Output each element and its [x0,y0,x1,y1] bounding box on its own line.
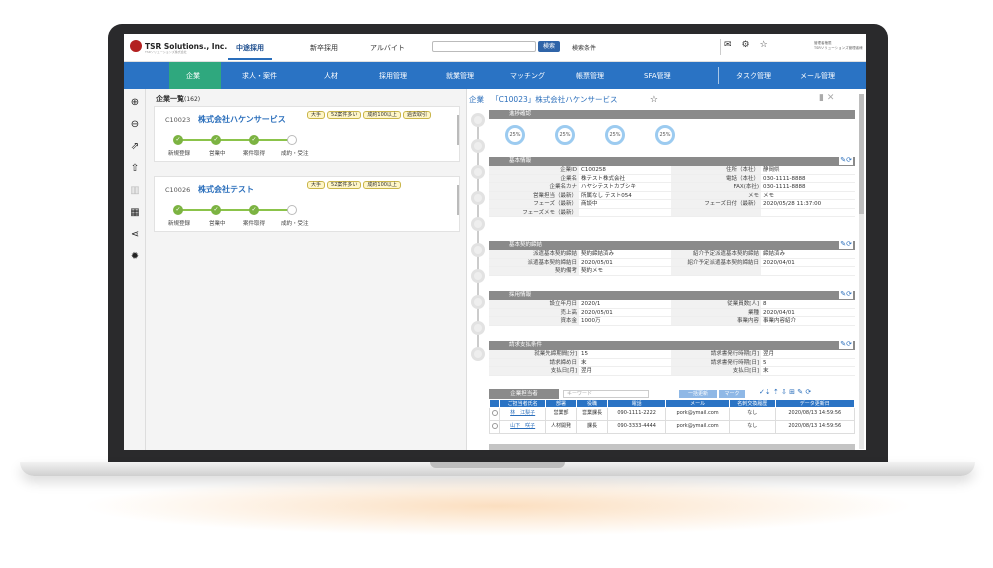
logo-mark-icon [130,40,142,52]
edit-icon[interactable]: ✎⟳ [839,240,853,249]
keyword-input[interactable]: キーワード [563,390,649,398]
search-button[interactable]: 検索 [538,41,560,52]
contacts-section: 企業担当者 キーワード 一括更新 マーク ✓⇣ ⇡ ⇩ ⊞ ✎ ⟳ ご担当者氏名… [488,388,856,434]
star-icon[interactable]: ☆ [760,40,768,50]
progress-ring: 25% [555,125,575,145]
check-icon: ✓ [211,205,221,215]
contact-name-link[interactable]: 山下 咲子 [510,423,535,430]
contacts-table: ご担当者氏名 部署 役職 電話 メール 名刺交換履歴 データ更新日 林 江梨子 営業部 営業… [488,399,856,434]
nav-jinzai[interactable]: 人材 [324,71,338,81]
tag: 52案件多い [327,111,362,119]
tab-arubaito[interactable]: アルバイト [370,43,405,53]
bookmark-icon[interactable]: ▮ [819,93,824,103]
contract-section: 基本契約締結 ✎⟳ 派遣基本契約締結 契約締結済み 紹介予定派遣基本契約締結 締結済み … [489,240,855,276]
trash-icon[interactable]: ▥ [129,185,141,197]
tool-rail: ⊕ ⊖ ⇗ ⇧ ▥ ▦ ⋖ ✹ [124,89,146,450]
nav-kyujin[interactable]: 求人・案件 [242,71,277,81]
company-list-panel: 企業一覧(162) C10023 株式会社ハケンサービス 大手 52案件多い 成… [146,89,487,450]
upload-icon[interactable]: ⇧ [129,163,141,175]
company-logo[interactable]: TSR Solutions., Inc. TSRソリューションズ株式会社 [130,40,227,54]
progress-ring: 25% [605,125,625,145]
tag: 大手 [307,181,326,189]
tab-chuto[interactable]: 中途採用 [228,43,272,60]
check-icon: ✓ [173,205,183,215]
company-card[interactable]: C10026 株式会社テスト 大手 52案件多い 成約100以上 ✓ ✓ ✓ 新… [154,176,460,232]
billing-section: 請求支払条件 ✎⟳ 就業先締期間[分] 15 請求書発行時期[月] 翌月 請求締め日末請… [489,340,855,376]
detail-title: 企業 「C10023」株式会社ハケンサービス ☆ [469,95,658,105]
user-info[interactable]: 管理者権限 TSRソリューションズ管理者様 [814,41,863,51]
tag: 成約100以上 [363,111,401,119]
list-title: 企業一覧(162) [156,95,201,103]
table-row[interactable]: 山下 咲子 人材開発 課長 090-3333-4444 pork@ymail.com… [488,420,856,434]
tab-shinsotsu[interactable]: 新卒採用 [310,43,338,53]
nav-matching[interactable]: マッチング [510,71,545,81]
mark-button[interactable]: マーク [719,390,745,398]
tag: 過去取引 [402,111,431,119]
nav-divider [718,67,719,84]
row-radio[interactable] [491,422,498,429]
check-icon: ✓ [249,205,259,215]
close-icon[interactable]: ✕ [827,93,835,103]
tag: 52案件多い [327,181,362,189]
row-radio[interactable] [491,409,498,416]
company-card[interactable]: C10023 株式会社ハケンサービス 大手 52案件多い 成約100以上 過去取… [154,106,460,162]
main-nav: 企業 求人・案件 人材 採用管理 就業管理 マッチング 帳票管理 SFA管理 タ… [124,62,866,89]
pending-step-icon [287,205,297,215]
check-icon: ✓ [249,135,259,145]
progress-ring: 25% [505,125,525,145]
detail-scrollbar[interactable] [859,94,864,449]
zoom-out-icon[interactable]: ⊖ [129,119,141,131]
favorite-star-icon[interactable]: ☆ [650,95,658,105]
nav-sfa[interactable]: SFA管理 [644,71,671,81]
check-icon: ✓ [211,135,221,145]
top-header: TSR Solutions., Inc. TSRソリューションズ株式会社 中途採… [124,34,866,62]
next-section-header [489,444,855,450]
bulk-update-button[interactable]: 一括更新 [679,390,717,398]
pending-step-icon [287,135,297,145]
nav-kigyo[interactable]: 企業 [186,71,200,81]
share-icon[interactable]: ⋖ [129,229,141,241]
tag: 大手 [307,111,326,119]
tag-list: 大手 52案件多い 成約100以上 [307,181,435,189]
nav-chohyo[interactable]: 帳票管理 [576,71,604,81]
add-icon[interactable]: ⊕ [129,97,141,109]
progress-section: 進捗確認 25% 25% 25% 25% [489,110,855,151]
edit-icon[interactable]: ✎⟳ [839,290,853,299]
nav-task[interactable]: タスク管理 [736,71,771,81]
search-input[interactable] [432,41,536,52]
tag: 成約100以上 [363,181,401,189]
export-icon[interactable]: ⇗ [129,141,141,153]
hiring-section: 採用情報 ✎⟳ 設立年月日 2020/1 従業員数[人] 8 売上高 2020/05/01… [489,290,855,326]
table-row[interactable]: 林 江梨子 営業部 営業課長 090-1111-2222 pork@ymail.co… [488,407,856,421]
laptop-notch [430,462,565,468]
settings-icon[interactable]: ⚙ [742,40,750,50]
tag-list: 大手 52案件多い 成約100以上 過去取引 [307,111,435,119]
contact-name-link[interactable]: 林 江梨子 [510,410,535,417]
table-tools-icon[interactable]: ✓⇣ ⇡ ⇩ ⊞ ✎ ⟳ [759,388,811,396]
company-name-link[interactable]: 株式会社テスト [198,184,254,195]
basic-info-section: 基本情報 ✎⟳ 企業ID C100258 住所（本社） 静岡県 企業名 株テスト株式会社電… [489,156,855,217]
app-screen: TSR Solutions., Inc. TSRソリューションズ株式会社 中途採… [124,34,866,450]
company-detail-panel: 企業 「C10023」株式会社ハケンサービス ☆ ▮ ✕ 進捗確認 25% 25… [466,89,866,450]
search-conditions-link[interactable]: 検索条件 [572,43,596,52]
progress-ring: 25% [655,125,675,145]
mail-icon[interactable]: ✉ [724,40,732,50]
company-name-link[interactable]: 株式会社ハケンサービス [198,114,286,125]
edit-icon[interactable]: ✎⟳ [839,156,853,165]
check-icon: ✓ [173,135,183,145]
header-divider [720,39,721,55]
edit-icon[interactable]: ✎⟳ [839,340,853,349]
gear-icon[interactable]: ✹ [129,251,141,263]
laptop-shadow [80,476,916,536]
section-timeline [471,113,485,363]
nav-saiyo[interactable]: 採用管理 [379,71,407,81]
phase-steps: ✓ ✓ ✓ 新規登録 営業中 案件取得 成約・受注 [168,135,309,157]
nav-shugyo[interactable]: 就業管理 [446,71,474,81]
calendar-icon[interactable]: ▦ [129,207,141,219]
phase-steps: ✓ ✓ ✓ 新規登録 営業中 案件取得 成約・受注 [168,205,309,227]
nav-mail[interactable]: メール管理 [800,71,835,81]
